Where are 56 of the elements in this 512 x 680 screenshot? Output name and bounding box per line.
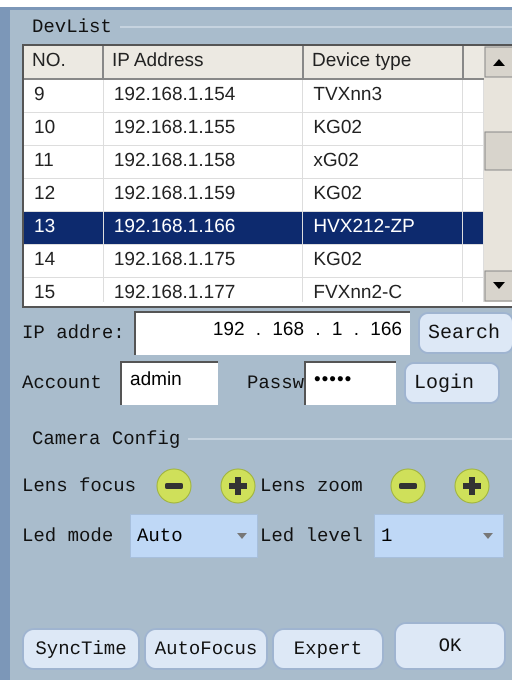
table-row[interactable]: 14 192.168.1.175 KG02 xyxy=(24,245,484,278)
scrollbar-drawing[interactable] xyxy=(484,46,512,302)
table-cell: KG02 xyxy=(303,113,463,145)
login-button[interactable]: Login xyxy=(404,362,500,404)
table-cell: HVX212-ZP xyxy=(303,212,463,244)
action-button[interactable]: AutoFocus xyxy=(144,628,268,670)
action-button[interactable]: SyncTime xyxy=(22,628,140,670)
ip-address-field[interactable]: 192 . 168 . 1 . 166 xyxy=(134,311,410,355)
lens-label: Lens focus xyxy=(22,475,138,497)
column-header[interactable]: NO. xyxy=(24,46,104,78)
table-cell: KG02 xyxy=(303,245,463,277)
dropdown[interactable]: Auto xyxy=(130,514,258,558)
table-cell: 192.168.1.155 xyxy=(104,113,304,145)
table-cell: 10 xyxy=(24,113,104,145)
column-header[interactable]: Device type xyxy=(304,46,464,78)
table-cell: 192.168.1.159 xyxy=(104,179,304,211)
table-cell: 9 xyxy=(24,80,104,112)
account-field[interactable]: admin xyxy=(120,361,218,405)
table-row[interactable]: 11 192.168.1.158 xG02 xyxy=(24,146,484,179)
action-button[interactable]: OK xyxy=(394,622,506,670)
dropdown[interactable]: 1 xyxy=(374,514,504,558)
minus-icon[interactable] xyxy=(156,468,192,504)
table-row[interactable]: 9 192.168.1.154 TVXnn3 xyxy=(24,80,484,113)
table-cell: TVXnn3 xyxy=(303,80,463,112)
lens-label: Lens zoom xyxy=(260,475,364,497)
group-title: DevList xyxy=(31,16,113,38)
table-cell: 192.168.1.177 xyxy=(104,278,304,302)
password-field[interactable]: ••••• xyxy=(304,361,396,405)
group-title: Camera Config xyxy=(31,428,182,450)
table-cell: 11 xyxy=(24,146,104,178)
table-row[interactable]: 13 192.168.1.166 HVX212-ZP xyxy=(24,212,484,245)
action-button[interactable]: Expert xyxy=(272,628,384,670)
caret-icon xyxy=(237,533,247,539)
minus-icon[interactable] xyxy=(390,468,426,504)
table-cell: 14 xyxy=(24,245,104,277)
table-cell: 12 xyxy=(24,179,104,211)
plus-icon[interactable] xyxy=(454,468,490,504)
table-cell: 192.168.1.166 xyxy=(104,212,304,244)
account-label: Account xyxy=(22,372,103,394)
password-label: Passw xyxy=(246,372,304,394)
table-cell: 192.168.1.158 xyxy=(104,146,304,178)
select-label: Led level xyxy=(260,525,364,547)
search-button[interactable]: Search xyxy=(418,312,512,354)
table-cell: KG02 xyxy=(303,179,463,211)
table-cell: 15 xyxy=(24,278,104,302)
column-header[interactable]: IP Address xyxy=(104,46,304,78)
plus-icon[interactable] xyxy=(220,468,256,504)
table-cell: 192.168.1.175 xyxy=(104,245,304,277)
caret-icon xyxy=(483,533,493,539)
table-cell: 13 xyxy=(24,212,104,244)
table-cell: 192.168.1.154 xyxy=(104,80,304,112)
table-cell: FVXnn2-C xyxy=(303,278,463,302)
table-row[interactable]: 10 192.168.1.155 KG02 xyxy=(24,113,484,146)
table-cell: xG02 xyxy=(303,146,463,178)
select-label: Led mode xyxy=(22,525,114,547)
ip-label: IP addre: xyxy=(22,322,126,344)
